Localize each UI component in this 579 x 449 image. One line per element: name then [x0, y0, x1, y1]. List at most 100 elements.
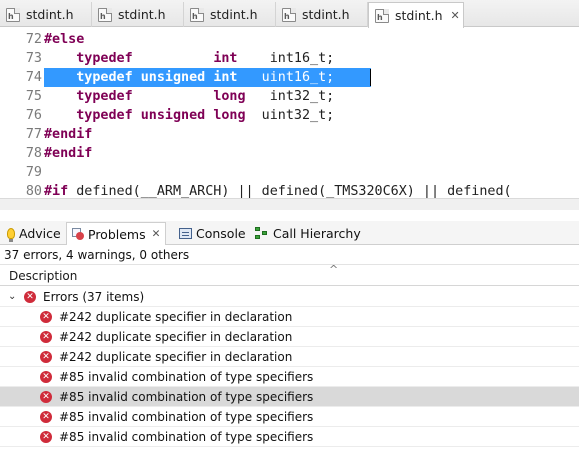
- header-file-icon: h: [190, 7, 204, 22]
- tab-label: Advice: [19, 225, 61, 241]
- editor-tab-2[interactable]: h stdint.h: [92, 2, 184, 27]
- description-column-header[interactable]: Description ^: [0, 263, 579, 286]
- keyword-token: typedef: [76, 70, 133, 85]
- problem-row[interactable]: ✕ #242 duplicate specifier in declaration: [0, 307, 579, 327]
- errors-group-label: Errors (37 items): [43, 290, 145, 304]
- tab-call-hierarchy[interactable]: Call Hierarchy: [250, 222, 366, 244]
- editor-tab-label: stdint.h: [26, 7, 74, 22]
- code-line[interactable]: 79: [0, 163, 579, 182]
- problem-row[interactable]: ✕ #85 invalid combination of type specifi…: [0, 367, 579, 387]
- code-text: #if defined(__ARM_ARCH) || defined(_TMS3…: [44, 182, 512, 198]
- line-number: 75: [25, 89, 42, 104]
- line-number: 78: [25, 146, 42, 161]
- header-file-icon: h: [98, 7, 112, 22]
- editor-tab-bar: h stdint.h h stdint.h h stdint.h h stdin…: [0, 0, 579, 28]
- problem-description: #85 invalid combination of type specifie…: [59, 410, 314, 424]
- error-icon: ✕: [24, 291, 36, 303]
- error-icon: ✕: [40, 411, 52, 423]
- tab-console[interactable]: Console: [174, 222, 251, 244]
- header-file-icon: h: [375, 8, 389, 23]
- problem-row[interactable]: ✕ #242 duplicate specifier in declaration: [0, 327, 579, 347]
- problem-description: #85 invalid combination of type specifie…: [59, 390, 314, 404]
- header-file-icon: h: [6, 7, 20, 22]
- tab-label: Problems: [88, 226, 146, 242]
- error-icon: ✕: [40, 371, 52, 383]
- problem-row[interactable]: ✕ #242 duplicate specifier in declaration: [0, 347, 579, 367]
- code-text: typedef unsigned long uint32_t;: [44, 106, 334, 125]
- keyword-token: unsigned: [140, 70, 206, 85]
- code-line[interactable]: 73 typedef int int16_t;: [0, 49, 579, 68]
- editor-tab-label: stdint.h: [118, 7, 166, 22]
- tab-label: Call Hierarchy: [273, 225, 361, 241]
- problem-description: #85 invalid combination of type specifie…: [59, 430, 314, 444]
- text-caret: [370, 69, 371, 86]
- preprocessor-token: #endif: [44, 127, 93, 142]
- keyword-token: unsigned: [140, 108, 206, 123]
- code-token: uint16_t;: [237, 70, 335, 85]
- code-line[interactable]: 77 #endif: [0, 125, 579, 144]
- error-icon: ✕: [40, 311, 52, 323]
- tab-advice[interactable]: Advice: [2, 222, 66, 244]
- line-number: 80: [25, 184, 42, 198]
- problem-description: #242 duplicate specifier in declaration: [59, 330, 293, 344]
- editor-tab-4[interactable]: h stdint.h: [276, 2, 368, 27]
- horizontal-scrollbar[interactable]: [0, 198, 579, 210]
- error-icon: ✕: [40, 391, 52, 403]
- header-file-icon: h: [282, 7, 296, 22]
- keyword-token: int: [213, 51, 238, 66]
- tab-label: Console: [196, 225, 246, 241]
- editor-tab-label: stdint.h: [395, 8, 443, 23]
- problems-summary: 37 errors, 4 warnings, 0 others: [4, 248, 190, 262]
- code-line[interactable]: 76 typedef unsigned long uint32_t;: [0, 106, 579, 125]
- tab-problems[interactable]: Problems ✕: [66, 222, 167, 245]
- sort-indicator-icon: ^: [329, 263, 339, 276]
- close-icon[interactable]: ✕: [451, 9, 460, 22]
- panel-tab-bar: Advice Problems ✕ Console Call Hierarchy: [0, 221, 579, 245]
- lightbulb-icon: [7, 227, 15, 242]
- code-text: typedef int int16_t;: [44, 49, 334, 68]
- preprocessor-token: #else: [44, 32, 85, 47]
- keyword-token: long: [213, 108, 246, 123]
- editor-tab-label: stdint.h: [302, 7, 350, 22]
- editor-tab-1[interactable]: h stdint.h: [0, 2, 92, 27]
- problem-description: #85 invalid combination of type specifie…: [59, 370, 314, 384]
- code-line[interactable]: 75 typedef long int32_t;: [0, 87, 579, 106]
- problem-row[interactable]: ✕ #85 invalid combination of type specifi…: [0, 407, 579, 427]
- call-hierarchy-icon: [255, 226, 269, 240]
- problem-description: #242 duplicate specifier in declaration: [59, 350, 293, 364]
- column-header-label: Description: [9, 269, 78, 283]
- error-icon: ✕: [40, 331, 52, 343]
- code-token: int16_t;: [237, 51, 335, 66]
- problem-row[interactable]: ✕ #85 invalid combination of type specifi…: [0, 387, 579, 407]
- line-number: 79: [25, 165, 42, 180]
- code-line[interactable]: 80 #if defined(__ARM_ARCH) || defined(_TM…: [0, 182, 579, 198]
- line-number: 73: [25, 51, 42, 66]
- line-number: 74: [25, 70, 42, 85]
- editor-tab-5-active[interactable]: h stdint.h ✕: [368, 2, 464, 28]
- close-icon[interactable]: ✕: [152, 228, 161, 240]
- code-line[interactable]: 74 typedef unsigned int uint16_t;: [0, 68, 579, 87]
- keyword-token: typedef: [76, 89, 133, 104]
- code-editor[interactable]: 72 #else 73 typedef int int16_t; 74 typedef…: [0, 28, 579, 198]
- line-number: 77: [25, 127, 42, 142]
- code-line[interactable]: 72 #else: [0, 30, 579, 49]
- expand-chevron-icon[interactable]: ⌄: [8, 287, 16, 307]
- editor-tab-3[interactable]: h stdint.h: [184, 2, 276, 27]
- keyword-token: typedef: [76, 51, 133, 66]
- code-text: #endif: [44, 125, 92, 144]
- error-icon: ✕: [40, 351, 52, 363]
- code-text: #endif: [44, 144, 92, 163]
- problem-row[interactable]: ✕ #85 invalid combination of type specifi…: [0, 427, 579, 447]
- problem-description: #242 duplicate specifier in declaration: [59, 310, 293, 324]
- console-icon: [179, 227, 192, 239]
- code-text: typedef long int32_t;: [44, 87, 334, 106]
- errors-group-row[interactable]: ⌄ ✕ Errors (37 items): [0, 287, 579, 307]
- code-line[interactable]: 78 #endif: [0, 144, 579, 163]
- code-text: typedef unsigned int uint16_t;: [44, 68, 334, 87]
